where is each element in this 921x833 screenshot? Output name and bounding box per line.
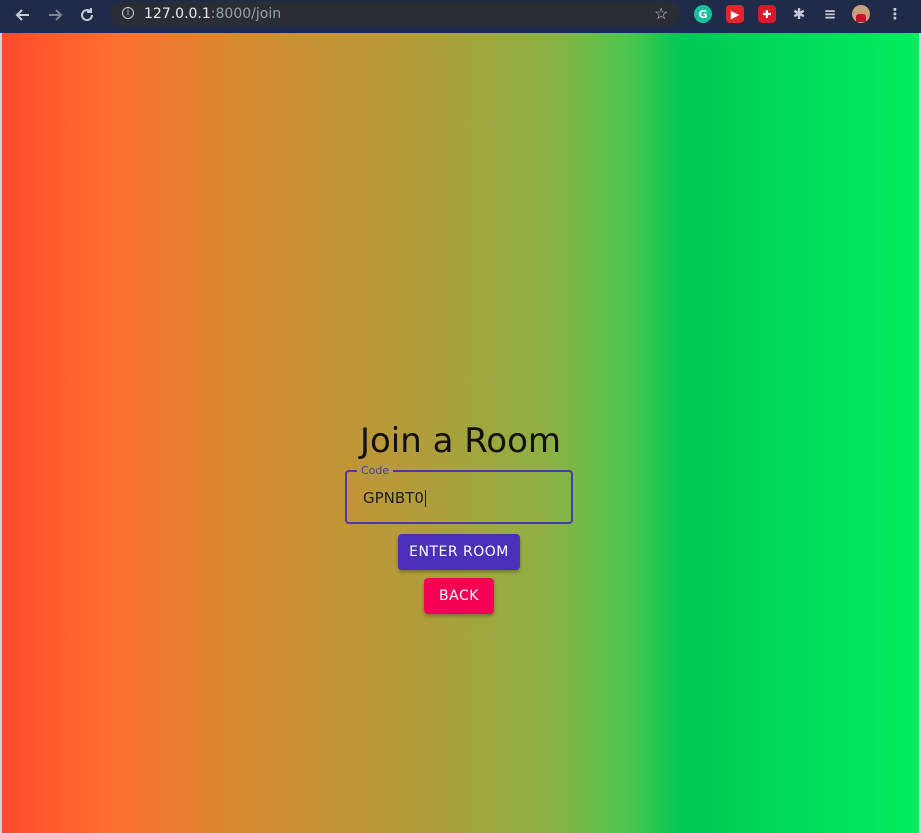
text-caret (424, 490, 426, 507)
kebab-menu-icon[interactable]: ⋮ (886, 5, 904, 23)
browser-toolbar: i 127.0.0.1:8000/join ☆ G ▶ ✚ ✱ ≡ ⋮ (0, 0, 921, 33)
code-field[interactable]: Code GPNBT0 (345, 464, 573, 524)
info-icon[interactable]: i (122, 7, 134, 19)
reload-icon[interactable] (76, 4, 98, 26)
playlist-icon[interactable]: ≡ (821, 5, 839, 23)
url-path: :8000/join (210, 6, 282, 22)
code-input[interactable]: GPNBT0 (363, 489, 426, 507)
url-host: 127.0.0.1 (144, 6, 211, 22)
code-input-value: GPNBT0 (363, 489, 424, 507)
enter-room-button[interactable]: ENTER ROOM (398, 534, 520, 570)
grammarly-icon[interactable]: G (694, 5, 712, 23)
url-text: 127.0.0.1:8000/join (144, 6, 281, 22)
gift-icon[interactable]: ✚ (758, 5, 776, 23)
puzzle-icon[interactable]: ✱ (790, 5, 808, 23)
forward-arrow-icon[interactable] (44, 4, 66, 26)
code-field-label: Code (357, 464, 394, 477)
back-button[interactable]: BACK (424, 578, 494, 614)
avatar[interactable] (852, 5, 870, 23)
page-body: Join a Room Code GPNBT0 ENTER ROOM BACK (0, 33, 921, 833)
page-title: Join a Room (359, 421, 562, 461)
back-arrow-icon[interactable] (12, 4, 34, 26)
address-bar[interactable]: i 127.0.0.1:8000/join ☆ (110, 2, 680, 26)
bookmark-star-icon[interactable]: ☆ (654, 4, 668, 24)
youtube-icon[interactable]: ▶ (726, 5, 744, 23)
